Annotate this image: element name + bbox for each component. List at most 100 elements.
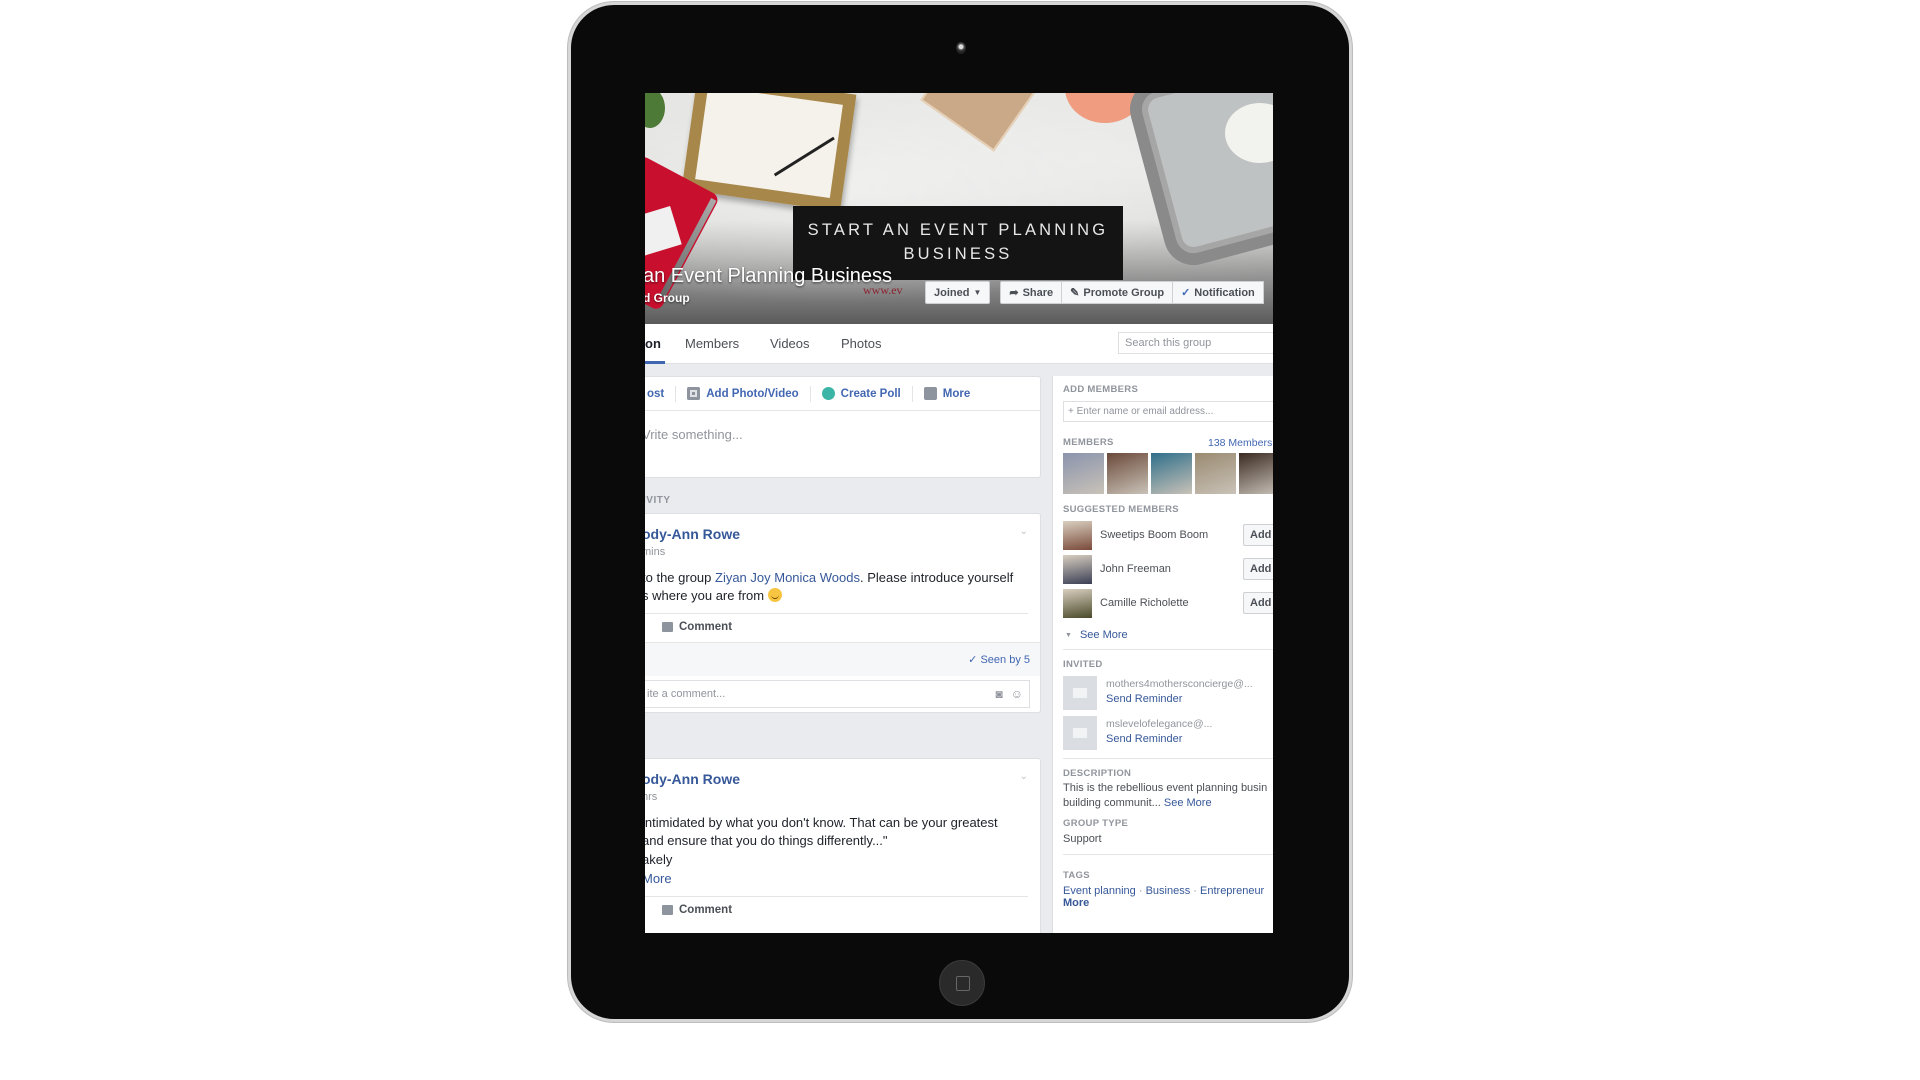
comment-button[interactable]: Comment (662, 904, 732, 916)
post-author[interactable]: ody-Ann Rowe (645, 771, 740, 787)
group-title[interactable]: an Event Planning Business (645, 265, 892, 288)
comment-button[interactable]: Comment (662, 621, 732, 633)
tag-link[interactable]: Event planning (1063, 885, 1136, 897)
description-line2: building communit... See More (1063, 796, 1212, 811)
cover-button-group: ➦ Share ✎ Promote Group ✓ Notification (1000, 281, 1264, 304)
suggested-member-avatar[interactable] (1063, 521, 1092, 550)
comment-icon (662, 905, 673, 915)
add-members-label: ADD MEMBERS (1063, 384, 1139, 395)
tab-videos[interactable]: Videos (770, 336, 810, 351)
see-more-suggested-button[interactable]: ▼ See More (1065, 629, 1128, 641)
tab-members[interactable]: Members (685, 336, 739, 351)
member-avatar[interactable] (1151, 453, 1192, 494)
suggested-member-row: Sweetips Boom Boom Add (1063, 521, 1273, 551)
feed-post: ody-Ann Rowe hrs ⌄ intimidated by what y… (645, 758, 1041, 933)
write-post-label: ost (647, 387, 665, 400)
tab-photos[interactable]: Photos (841, 336, 881, 351)
description-see-more-link[interactable]: See More (1164, 797, 1212, 809)
group-search-input[interactable]: Search this group (1118, 332, 1273, 354)
tab-discussion[interactable]: on (645, 336, 661, 351)
emoji-icon[interactable]: ☺ (1011, 687, 1023, 701)
tag-link[interactable]: Business (1146, 885, 1191, 897)
write-something-input[interactable]: Vrite something... (645, 427, 743, 442)
add-members-input[interactable]: + Enter name or email address... (1063, 401, 1273, 422)
promote-group-button[interactable]: ✎ Promote Group (1062, 281, 1174, 304)
tag-separator: · (1193, 885, 1197, 897)
sidebar-divider (1063, 649, 1273, 650)
send-reminder-link[interactable]: Send Reminder (1106, 733, 1182, 745)
post-divider (645, 613, 1028, 614)
post-text-fragment: . Please introduce yourself (860, 570, 1014, 585)
tags-more-link[interactable]: More (1063, 897, 1089, 909)
see-more-label: See More (1079, 629, 1128, 641)
add-member-button[interactable]: Add (1243, 592, 1273, 614)
sidebar-divider (1063, 758, 1273, 759)
megaphone-icon: ✎ (1070, 287, 1080, 299)
suggested-member-name[interactable]: Camille Richolette (1100, 597, 1189, 609)
post-text-line2: s where you are from (645, 587, 782, 605)
camera-icon (956, 42, 966, 54)
members-label: MEMBERS (1063, 437, 1114, 448)
see-more-link[interactable]: More (645, 870, 672, 888)
suggested-member-row: John Freeman Add (1063, 555, 1273, 585)
member-avatar[interactable] (1107, 453, 1148, 494)
add-member-button[interactable]: Add (1243, 558, 1273, 580)
group-cover-photo: START AN EVENT PLANNING BUSINESS www.ev … (645, 93, 1273, 324)
cover-banner-line2: BUSINESS (903, 245, 1013, 263)
share-icon: ➦ (1009, 287, 1019, 299)
write-comment-input[interactable]: ite a comment... ◙ ☺ (645, 680, 1030, 708)
member-thumbnails (1063, 453, 1273, 494)
suggested-member-name[interactable]: Sweetips Boom Boom (1100, 529, 1208, 541)
member-avatar[interactable] (1195, 453, 1236, 494)
cover-actions: Joined ▼ ➦ Share ✎ Promote Group ✓ Notif… (925, 281, 1264, 304)
send-reminder-link[interactable]: Send Reminder (1106, 693, 1182, 705)
notifications-button[interactable]: ✓ Notification (1173, 281, 1264, 304)
active-tab-indicator (645, 361, 665, 364)
composer-tab-add-photo-video[interactable]: Add Photo/Video (676, 385, 811, 402)
sidebar-divider (1063, 854, 1273, 855)
suggested-member-avatar[interactable] (1063, 555, 1092, 584)
share-button[interactable]: ➦ Share (1000, 281, 1063, 304)
group-privacy-label: d Group (645, 291, 690, 305)
tags-label: TAGS (1063, 870, 1090, 881)
post-timestamp[interactable]: mins (645, 546, 665, 558)
member-avatar[interactable] (1239, 453, 1273, 494)
comment-placeholder: ite a comment... (647, 688, 726, 700)
tag-separator: · (1138, 885, 1143, 897)
share-label: Share (1022, 286, 1054, 299)
add-member-button[interactable]: Add (1243, 524, 1273, 546)
comment-label: Comment (679, 904, 733, 916)
seen-by-indicator[interactable]: ✓ Seen by 5 (968, 653, 1030, 666)
invited-email: mslevelofelegance@... (1106, 718, 1213, 730)
composer-tab-more[interactable]: More (913, 386, 981, 402)
description-text: building communit... (1063, 797, 1164, 809)
mentioned-member-link[interactable]: Ziyan Joy Monica Woods (715, 570, 860, 585)
post-timestamp[interactable]: hrs (645, 791, 657, 803)
recent-activity-label: IVITY (645, 495, 671, 506)
post-text-line1: intimidated by what you don't know. That… (645, 815, 998, 830)
promote-label: Promote Group (1083, 286, 1165, 299)
seen-row: ✓ Seen by 5 (645, 642, 1040, 676)
invited-row: mslevelofelegance@... Send Reminder (1063, 716, 1273, 752)
post-author[interactable]: ody-Ann Rowe (645, 526, 740, 542)
envelope-icon (1063, 676, 1097, 710)
tag-link[interactable]: Entrepreneur (1200, 885, 1264, 897)
invited-label: INVITED (1063, 659, 1103, 670)
camera-icon[interactable]: ◙ (995, 687, 1002, 701)
comment-input-icons: ◙ ☺ (995, 687, 1023, 701)
home-button[interactable] (939, 960, 985, 1006)
post-composer: ost Add Photo/Video Create Poll More Vri… (645, 376, 1041, 478)
suggested-member-avatar[interactable] (1063, 589, 1092, 618)
member-avatar[interactable] (1063, 453, 1104, 494)
post-divider (645, 896, 1028, 897)
suggested-member-name[interactable]: John Freeman (1100, 563, 1171, 575)
chevron-down-icon[interactable]: ⌄ (1020, 771, 1028, 782)
chevron-down-icon[interactable]: ⌄ (1020, 526, 1028, 537)
composer-tab-write-post[interactable]: ost (645, 385, 677, 402)
more-label: More (942, 387, 971, 400)
joined-button[interactable]: Joined ▼ (925, 281, 991, 304)
post-text-fragment: to the group (645, 570, 715, 585)
composer-tab-create-poll[interactable]: Create Poll (811, 385, 913, 402)
tablet-screen: START AN EVENT PLANNING BUSINESS www.ev … (645, 93, 1273, 933)
members-count-link[interactable]: 138 Members (1208, 437, 1272, 449)
